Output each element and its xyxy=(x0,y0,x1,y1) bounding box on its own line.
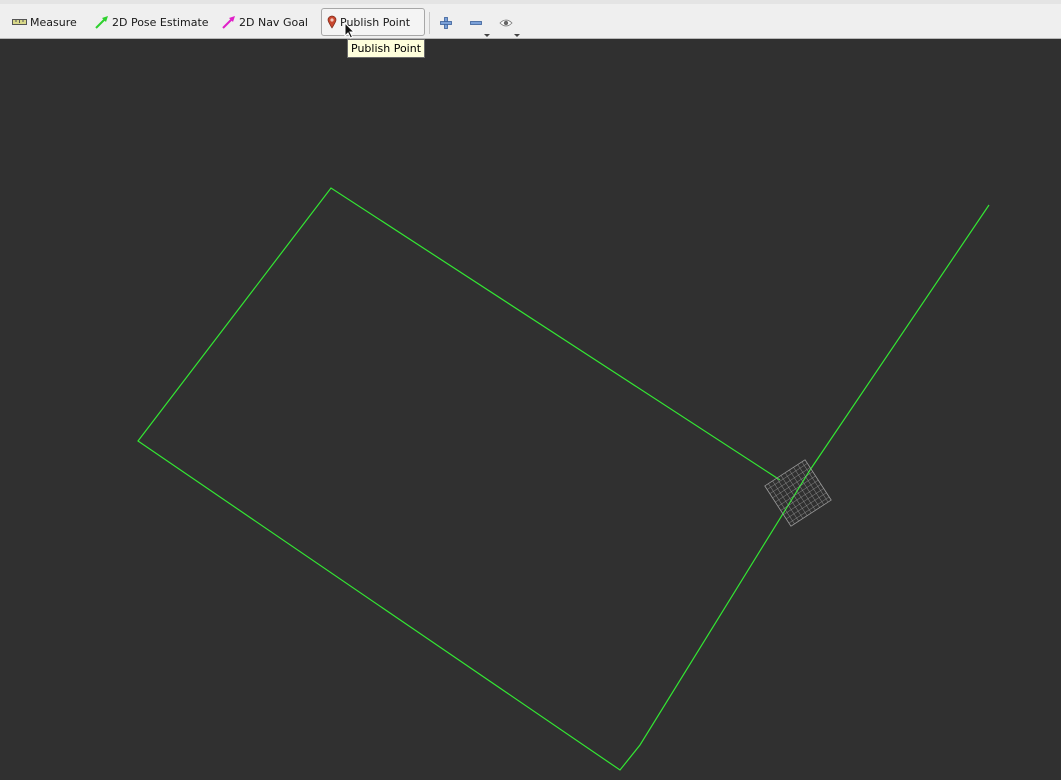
eye-icon xyxy=(499,19,513,27)
grid-marker xyxy=(764,459,832,527)
nav-goal-tool-button[interactable]: 2D Nav Goal xyxy=(222,8,308,36)
measure-tool-button[interactable]: Measure xyxy=(12,8,77,36)
planned-path-line xyxy=(137,187,990,771)
view-options-button[interactable] xyxy=(492,10,520,36)
tooltip: Publish Point xyxy=(347,39,426,58)
zoom-out-icon xyxy=(470,20,482,25)
chevron-down-icon[interactable] xyxy=(484,34,490,37)
green-arrow-icon xyxy=(95,16,108,29)
add-tool-button[interactable] xyxy=(432,10,460,36)
3d-render-viewport[interactable] xyxy=(0,39,1061,776)
zoom-in-icon xyxy=(440,17,452,29)
ruler-icon xyxy=(12,19,27,25)
mouse-cursor-icon xyxy=(344,22,355,39)
chevron-down-icon[interactable] xyxy=(514,34,520,37)
toolbar-separator xyxy=(429,12,430,34)
measure-label: Measure xyxy=(30,15,77,29)
tool-panel: Measure 2D Pose Estimate 2D Nav Goal Pub… xyxy=(0,0,1061,39)
publish-point-tool-button[interactable]: Publish Point xyxy=(321,8,425,36)
remove-tool-button[interactable] xyxy=(462,10,490,36)
pose-estimate-tool-button[interactable]: 2D Pose Estimate xyxy=(95,8,209,36)
nav-goal-label: 2D Nav Goal xyxy=(239,15,308,29)
map-pin-icon xyxy=(327,15,337,29)
scene-canvas xyxy=(137,187,990,771)
pose-estimate-label: 2D Pose Estimate xyxy=(112,15,209,29)
magenta-arrow-icon xyxy=(222,16,235,29)
